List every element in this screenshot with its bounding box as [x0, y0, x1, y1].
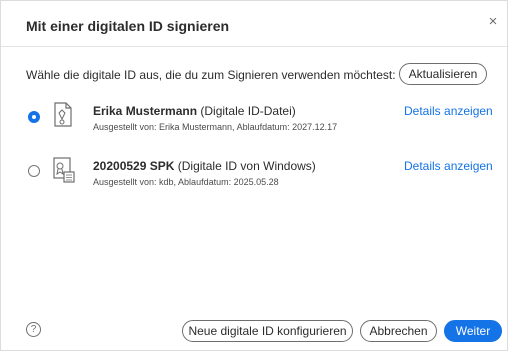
next-button[interactable]: Weiter [444, 320, 502, 342]
id-radio-selected[interactable] [28, 111, 40, 123]
refresh-button[interactable]: Aktualisieren [399, 63, 487, 85]
id-name: 20200529 SPK [93, 159, 175, 173]
select-id-prompt: Wähle die digitale ID aus, die du zum Si… [26, 68, 396, 82]
dialog-titlebar: Mit einer digitalen ID signieren × [1, 1, 507, 47]
id-name: Erika Mustermann [93, 104, 198, 118]
id-issued: Ausgestellt von: Erika Mustermann, Ablau… [93, 122, 338, 132]
certificate-file-icon [54, 102, 72, 127]
configure-new-id-button[interactable]: Neue digitale ID konfigurieren [182, 320, 353, 342]
help-icon[interactable]: ? [26, 322, 41, 337]
cancel-button[interactable]: Abbrechen [360, 320, 437, 342]
id-type: (Digitale ID von Windows) [177, 159, 316, 173]
dialog-title: Mit einer digitalen ID signieren [26, 18, 230, 34]
close-icon[interactable]: × [485, 14, 501, 30]
sign-dialog: Mit einer digitalen ID signieren × Wähle… [0, 0, 508, 351]
id-type: (Digitale ID-Datei) [200, 104, 296, 118]
id-radio[interactable] [28, 165, 40, 177]
id-name-line: 20200529 SPK (Digitale ID von Windows) [93, 159, 316, 173]
certificate-windows-icon [53, 157, 75, 183]
digital-id-item[interactable]: Erika Mustermann (Digitale ID-Datei) Aus… [1, 99, 507, 149]
id-issued: Ausgestellt von: kdb, Ablaufdatum: 2025.… [93, 177, 279, 187]
id-name-line: Erika Mustermann (Digitale ID-Datei) [93, 104, 296, 118]
details-link[interactable]: Details anzeigen [404, 159, 493, 173]
details-link[interactable]: Details anzeigen [404, 104, 493, 118]
digital-id-item[interactable]: 20200529 SPK (Digitale ID von Windows) A… [1, 155, 507, 205]
